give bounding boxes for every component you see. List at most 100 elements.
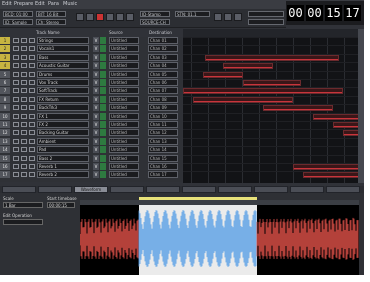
track-input-indicator[interactable]	[100, 171, 106, 179]
track-destination-select[interactable]: Chan 12	[148, 129, 178, 137]
mute-icon[interactable]	[29, 105, 35, 111]
track-row[interactable]: 4 Acoustic Guitar V Untitled Chan 04	[0, 62, 182, 70]
solo-icon[interactable]	[21, 63, 27, 69]
track-source-select[interactable]: Untitled	[109, 37, 139, 44]
arrange-timeline[interactable]	[183, 29, 361, 183]
track-input-indicator[interactable]	[100, 104, 106, 112]
editor-tab[interactable]	[146, 186, 180, 193]
edit-operation-select[interactable]	[3, 219, 43, 225]
track-name-field[interactable]: Reverb 1	[37, 163, 89, 170]
record-arm-icon[interactable]	[13, 138, 19, 144]
mute-icon[interactable]	[29, 122, 35, 127]
track-source-select[interactable]: Untitled	[109, 163, 139, 170]
track-name-field[interactable]: Vocals1	[37, 45, 89, 53]
track-row[interactable]: 2 Vocals1 V Untitled Chan 02	[0, 45, 182, 53]
record-button[interactable]	[96, 13, 104, 21]
record-arm-icon[interactable]	[13, 105, 19, 111]
solo-icon[interactable]	[21, 96, 27, 102]
track-volume-button[interactable]: V	[93, 171, 99, 179]
record-arm-icon[interactable]	[13, 63, 19, 69]
track-number[interactable]: 13	[0, 137, 10, 145]
record-arm-icon[interactable]	[13, 172, 19, 178]
track-volume-button[interactable]: V	[93, 112, 99, 120]
track-source-select[interactable]: Untitled	[109, 171, 139, 179]
track-destination-select[interactable]: Chan 07	[148, 87, 178, 95]
editor-tab[interactable]	[218, 186, 252, 193]
track-volume-button[interactable]: V	[93, 154, 99, 162]
record-arm-icon[interactable]	[13, 122, 19, 127]
start-timebase-field[interactable]: 00:00:15	[47, 202, 75, 208]
solo-icon[interactable]	[21, 147, 27, 153]
record-arm-icon[interactable]	[13, 96, 19, 102]
audio-region[interactable]	[313, 113, 361, 120]
track-input-indicator[interactable]	[100, 163, 106, 170]
track-source-select[interactable]: Untitled	[109, 45, 139, 53]
track-destination-select[interactable]: Chan 15	[148, 154, 178, 162]
editor-tab[interactable]	[290, 186, 324, 193]
track-input-indicator[interactable]	[100, 53, 106, 61]
track-source-select[interactable]: Untitled	[109, 95, 139, 103]
menu-item-edit[interactable]: Edit	[2, 1, 12, 7]
mute-icon[interactable]	[29, 88, 35, 94]
track-volume-button[interactable]: V	[93, 137, 99, 145]
track-number[interactable]: 4	[0, 62, 10, 70]
track-name-field[interactable]: FX 2	[37, 121, 89, 128]
track-row[interactable]: 10 FX 1 V Untitled Chan 10	[0, 112, 182, 121]
mute-icon[interactable]	[29, 113, 35, 119]
track-number[interactable]: 2	[0, 45, 10, 53]
track-volume-button[interactable]: V	[93, 95, 99, 103]
track-source-select[interactable]: Untitled	[109, 154, 139, 162]
track-input-indicator[interactable]	[100, 154, 106, 162]
track-input-indicator[interactable]	[100, 121, 106, 128]
track-row[interactable]: 8 FX Return V Untitled Chan 08	[0, 95, 182, 104]
track-number[interactable]: 7	[0, 87, 10, 95]
audio-region[interactable]	[193, 96, 293, 103]
toolbar-box-bcd[interactable]: BCD: 01:00	[3, 11, 33, 17]
audio-region[interactable]	[303, 172, 361, 179]
track-name-field[interactable]: SoftTrack	[37, 87, 89, 95]
track-name-field[interactable]: Acoustic Guitar	[37, 62, 89, 70]
track-volume-button[interactable]: V	[93, 70, 99, 78]
mute-icon[interactable]	[29, 172, 35, 178]
track-name-field[interactable]: FX Return	[37, 95, 89, 103]
track-input-indicator[interactable]	[100, 79, 106, 86]
stop-button[interactable]	[86, 13, 94, 21]
track-destination-select[interactable]: Chan 13	[148, 137, 178, 145]
solo-icon[interactable]	[21, 172, 27, 178]
track-name-field[interactable]: Pad	[37, 146, 89, 154]
track-row[interactable]: 5 Drums V Untitled Chan 05	[0, 70, 182, 79]
track-source-select[interactable]: Untitled	[109, 104, 139, 112]
track-number[interactable]: 16	[0, 163, 10, 170]
record-arm-icon[interactable]	[13, 38, 19, 43]
track-volume-button[interactable]: V	[93, 45, 99, 53]
solo-icon[interactable]	[21, 80, 27, 85]
track-source-select[interactable]: Untitled	[109, 137, 139, 145]
menu-item-edit2[interactable]: Edit	[35, 1, 45, 7]
track-source-select[interactable]: Untitled	[109, 62, 139, 70]
mute-icon[interactable]	[29, 63, 35, 69]
track-number[interactable]: 8	[0, 95, 10, 103]
editor-tab[interactable]	[182, 186, 216, 193]
track-number[interactable]: 12	[0, 129, 10, 137]
toolbar-icon-1[interactable]	[214, 13, 222, 21]
track-volume-button[interactable]: V	[93, 121, 99, 128]
toolbar-box-channel[interactable]: Ch: Stereo	[36, 19, 66, 25]
fast-forward-button[interactable]	[126, 13, 134, 21]
mute-icon[interactable]	[29, 96, 35, 102]
track-destination-select[interactable]: Chan 17	[148, 171, 178, 179]
toolbar-box-id-stamp[interactable]: ID-Stamp	[140, 11, 170, 17]
track-source-select[interactable]: Untitled	[109, 112, 139, 120]
mute-icon[interactable]	[29, 38, 35, 43]
track-destination-select[interactable]: Chan 05	[148, 70, 178, 78]
record-arm-icon[interactable]	[13, 164, 19, 169]
record-arm-icon[interactable]	[13, 155, 19, 161]
track-input-indicator[interactable]	[100, 87, 106, 95]
solo-icon[interactable]	[21, 88, 27, 94]
track-row[interactable]: 14 Pad V Untitled Chan 14	[0, 146, 182, 154]
waveform-view[interactable]	[80, 205, 359, 275]
record-arm-icon[interactable]	[13, 88, 19, 94]
mute-icon[interactable]	[29, 54, 35, 60]
editor-tab[interactable]	[254, 186, 288, 193]
track-destination-select[interactable]: Chan 09	[148, 104, 178, 112]
mute-icon[interactable]	[29, 155, 35, 161]
